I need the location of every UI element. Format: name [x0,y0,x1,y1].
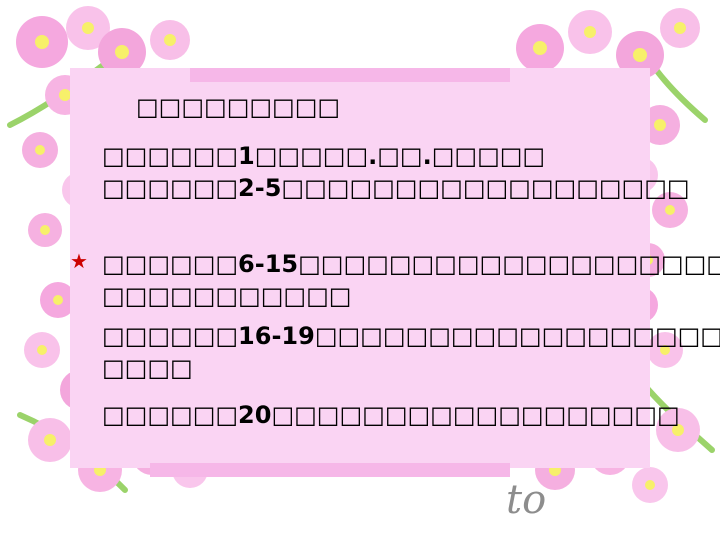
slide-line-3: □□□□□□6-15□□□□□□□□□□□□□□□□□□□□ [102,250,720,278]
slide-line-3-continued: □□□□□□□□□□□ [102,282,352,310]
star-icon: ★ [70,249,88,273]
slide-line-1: □□□□□□1□□□□□.□□.□□□□□ [102,142,546,170]
slide-line-4-continued: □□□□ [102,354,193,382]
panel-top-bar [190,68,510,82]
watermark-text: to [506,477,547,523]
slide-line-4: □□□□□□16-19□□□□□□□□□□□□□□□□□□□ [102,322,720,350]
slide-line-2: □□□□□□2-5□□□□□□□□□□□□□□□□□□ [102,174,690,202]
panel-bottom-bar [150,463,510,477]
slide-line-5: □□□□□□20□□□□□□□□□□□□□□□□□□ [102,401,680,429]
slide-title: □□□□□□□□□ [136,93,341,121]
